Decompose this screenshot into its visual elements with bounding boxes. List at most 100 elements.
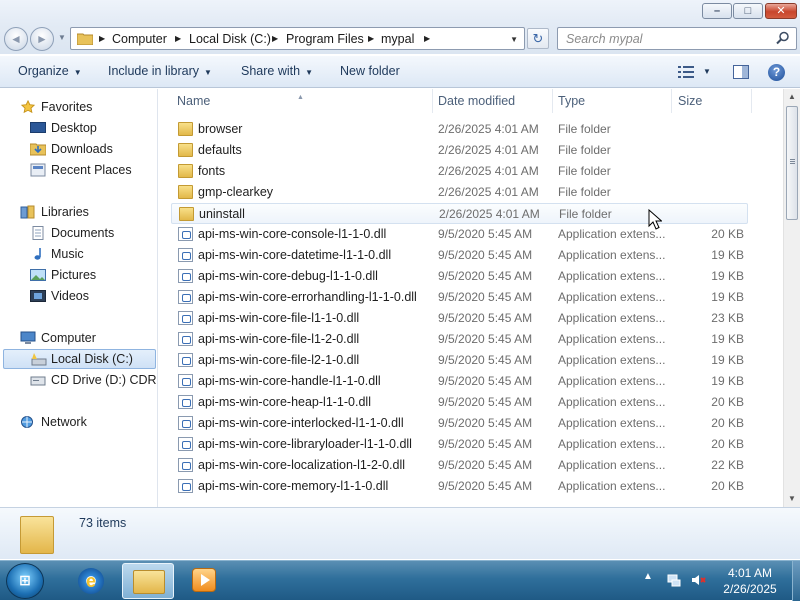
file-type: File folder: [559, 207, 612, 221]
taskbar-media-player[interactable]: [178, 563, 230, 599]
breadcrumb-separator-icon[interactable]: ▶: [99, 34, 105, 43]
address-bar[interactable]: ▶ Computer ▶ Local Disk (C:) ▶ Program F…: [70, 27, 525, 50]
taskbar-internet-explorer[interactable]: e: [66, 563, 118, 599]
volume-muted-icon[interactable]: [690, 572, 706, 588]
recent-pages-dropdown[interactable]: ▼: [58, 33, 66, 42]
forward-button[interactable]: ►: [30, 27, 54, 51]
column-header-date[interactable]: Date modified: [438, 94, 515, 108]
column-divider[interactable]: [751, 89, 752, 113]
change-view-icon[interactable]: [678, 66, 694, 78]
breadcrumb-separator-icon[interactable]: ▶: [368, 34, 374, 43]
breadcrumb-computer[interactable]: Computer: [112, 32, 167, 46]
local-disk-icon: [31, 353, 47, 366]
table-row[interactable]: api-ms-win-core-localization-l1-2-0.dll 9…: [171, 455, 748, 476]
file-type: Application extens...: [558, 290, 666, 304]
minimize-button[interactable]: –: [702, 3, 732, 19]
table-row[interactable]: api-ms-win-core-heap-l1-1-0.dll 9/5/2020 …: [171, 392, 748, 413]
column-header-name[interactable]: Name: [177, 94, 210, 108]
breadcrumb-program-files[interactable]: Program Files: [286, 32, 364, 46]
column-divider[interactable]: [552, 89, 553, 113]
back-button[interactable]: ◄: [4, 27, 28, 51]
maximize-button[interactable]: □: [733, 3, 763, 19]
view-options-dropdown-icon[interactable]: ▼: [703, 67, 711, 76]
breadcrumb-separator-icon[interactable]: ▶: [175, 34, 181, 43]
scroll-up-icon[interactable]: ▲: [784, 89, 800, 105]
address-history-dropdown-icon[interactable]: ▼: [510, 35, 518, 44]
share-with-button[interactable]: Share with ▼: [241, 64, 313, 78]
star-icon: [20, 100, 36, 114]
organize-button[interactable]: Organize ▼: [18, 64, 82, 78]
table-row[interactable]: api-ms-win-core-file-l1-2-0.dll 9/5/2020 …: [171, 329, 748, 350]
column-divider[interactable]: [432, 89, 433, 113]
dll-file-icon: [178, 458, 193, 472]
table-row[interactable]: browser 2/26/2025 4:01 AM File folder: [171, 119, 748, 140]
taskbar: ⊞ e ▲ 4:01 AM 2/26/2025: [0, 560, 800, 601]
file-type: Application extens...: [558, 353, 666, 367]
show-desktop-button[interactable]: [792, 561, 800, 601]
search-icon[interactable]: [776, 31, 790, 45]
network-tray-icon[interactable]: [666, 572, 682, 588]
forward-arrow-icon: ►: [36, 32, 48, 46]
file-type: File folder: [558, 122, 611, 136]
close-button[interactable]: ✕: [765, 3, 797, 19]
table-row[interactable]: api-ms-win-core-handle-l1-1-0.dll 9/5/202…: [171, 371, 748, 392]
file-size: 20 KB: [711, 479, 744, 493]
sidebar-item-local-disk[interactable]: Local Disk (C:): [3, 349, 156, 369]
start-button[interactable]: ⊞: [6, 563, 44, 599]
column-header-type[interactable]: Type: [558, 94, 585, 108]
search-input[interactable]: [564, 31, 764, 47]
folder-icon: [178, 143, 193, 157]
include-in-library-button[interactable]: Include in library ▼: [108, 64, 212, 78]
breadcrumb-local-disk[interactable]: Local Disk (C:): [189, 32, 271, 46]
table-row[interactable]: defaults 2/26/2025 4:01 AM File folder: [171, 140, 748, 161]
file-date-modified: 9/5/2020 5:45 AM: [438, 416, 533, 430]
file-date-modified: 9/5/2020 5:45 AM: [438, 437, 533, 451]
file-type: Application extens...: [558, 479, 666, 493]
dll-file-icon: [178, 353, 193, 367]
search-box[interactable]: [557, 27, 797, 50]
scroll-down-icon[interactable]: ▼: [784, 491, 800, 507]
mouse-cursor-icon: [648, 209, 662, 230]
table-row[interactable]: api-ms-win-core-file-l1-1-0.dll 9/5/2020 …: [171, 308, 748, 329]
breadcrumb-mypal[interactable]: mypal: [381, 32, 414, 46]
sidebar-label: Documents: [51, 226, 115, 240]
refresh-button[interactable]: ↻: [527, 28, 549, 49]
sort-ascending-icon: ▲: [297, 94, 304, 101]
breadcrumb-separator-icon[interactable]: ▶: [424, 34, 430, 43]
back-arrow-icon: ◄: [10, 32, 22, 46]
clock-date: 2/26/2025: [723, 582, 777, 596]
windows-logo-icon: ⊞: [19, 572, 31, 588]
breadcrumb-separator-icon[interactable]: ▶: [272, 34, 278, 43]
table-row[interactable]: api-ms-win-core-datetime-l1-1-0.dll 9/5/2…: [171, 245, 748, 266]
table-row[interactable]: api-ms-win-core-interlocked-l1-1-0.dll 9/…: [171, 413, 748, 434]
new-folder-button[interactable]: New folder: [340, 64, 400, 78]
table-row[interactable]: fonts 2/26/2025 4:01 AM File folder: [171, 161, 748, 182]
vertical-scrollbar[interactable]: ▲ ▼: [783, 89, 800, 507]
show-hidden-icons-button[interactable]: ▲: [643, 571, 653, 582]
table-row[interactable]: api-ms-win-core-file-l2-1-0.dll 9/5/2020 …: [171, 350, 748, 371]
column-header-size[interactable]: Size: [678, 94, 702, 108]
chevron-down-icon: ▼: [204, 68, 212, 77]
file-date-modified: 9/5/2020 5:45 AM: [438, 311, 533, 325]
column-divider[interactable]: [671, 89, 672, 113]
system-clock[interactable]: 4:01 AM 2/26/2025: [712, 565, 788, 597]
file-name: api-ms-win-core-handle-l1-1-0.dll: [198, 374, 381, 388]
table-row[interactable]: gmp-clearkey 2/26/2025 4:01 AM File folder: [171, 182, 748, 203]
file-type: File folder: [558, 164, 611, 178]
file-size: 19 KB: [711, 269, 744, 283]
table-row[interactable]: api-ms-win-core-memory-l1-1-0.dll 9/5/202…: [171, 476, 748, 497]
scrollbar-thumb[interactable]: [786, 106, 798, 220]
recent-places-icon: [30, 163, 46, 177]
sidebar-label: Videos: [51, 289, 89, 303]
table-row[interactable]: api-ms-win-core-errorhandling-l1-1-0.dll…: [171, 287, 748, 308]
file-date-modified: 9/5/2020 5:45 AM: [438, 374, 533, 388]
help-icon[interactable]: ?: [768, 64, 785, 81]
details-pane: 73 items: [0, 507, 800, 559]
table-row[interactable]: api-ms-win-core-libraryloader-l1-1-0.dll…: [171, 434, 748, 455]
dll-file-icon: [178, 332, 193, 346]
file-type: Application extens...: [558, 311, 666, 325]
table-row[interactable]: api-ms-win-core-debug-l1-1-0.dll 9/5/2020…: [171, 266, 748, 287]
taskbar-windows-explorer[interactable]: [122, 563, 174, 599]
dll-file-icon: [178, 479, 193, 493]
preview-pane-icon[interactable]: [733, 65, 749, 79]
